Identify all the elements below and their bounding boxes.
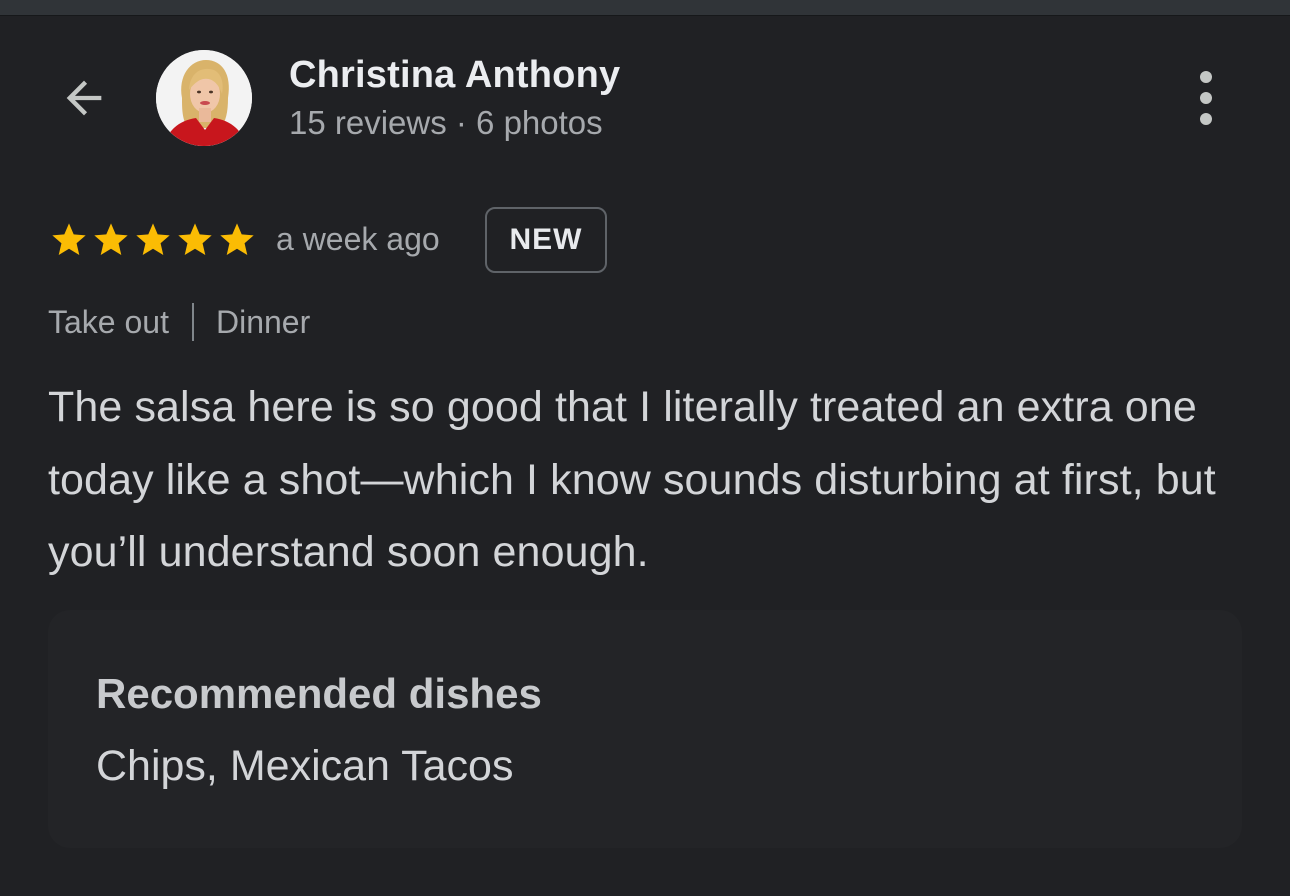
star-rating [48,220,258,260]
new-badge: NEW [485,207,607,273]
more-vertical-icon [1200,71,1212,125]
top-status-strip [0,0,1290,16]
review-time: a week ago [276,221,440,257]
arrow-back-icon [66,80,102,116]
recommended-dishes-card: Recommended dishes Chips, Mexican Tacos [48,610,1242,848]
reviewer-header: Christina Anthony 15 reviews · 6 photos [0,48,1290,148]
back-button[interactable] [52,70,116,126]
avatar-image [156,50,252,146]
star-icon [178,223,212,255]
review-tags: Take out Dinner [48,300,310,344]
tag-takeout: Take out [48,303,169,340]
star-icon [220,223,254,255]
tag-divider [191,303,194,341]
tag-dinner: Dinner [215,303,311,340]
star-icon [52,223,86,255]
rating-row: a week ago NEW [48,207,748,273]
reviewer-stats: 15 reviews · 6 photos [289,104,603,141]
more-options-button[interactable] [1180,68,1232,128]
review-text: The salsa here is so good that I literal… [48,383,1216,576]
star-icon [94,223,128,255]
recommended-dishes-list: Chips, Mexican Tacos [96,742,514,790]
reviewer-name[interactable]: Christina Anthony [289,54,620,97]
star-icon [136,223,170,255]
recommended-dishes-title: Recommended dishes [96,670,542,717]
avatar[interactable] [156,50,252,146]
